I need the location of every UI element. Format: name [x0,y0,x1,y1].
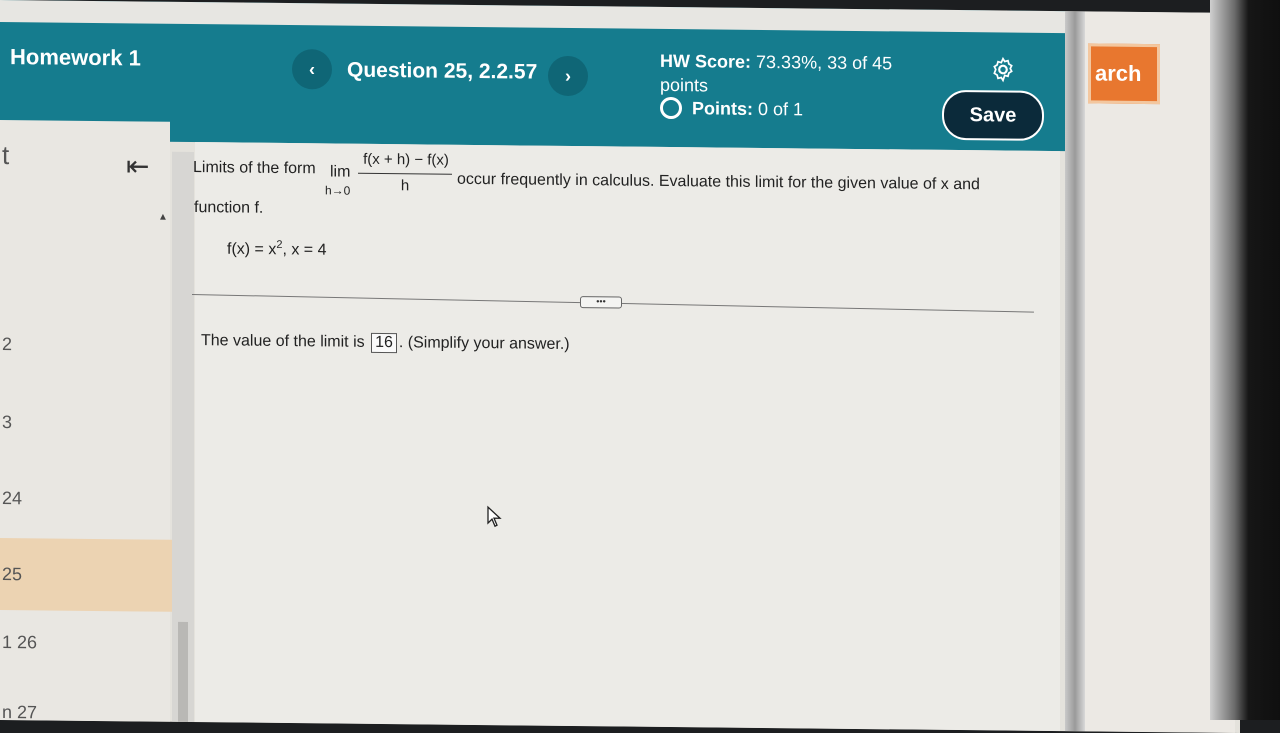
score-suffix: points [660,74,709,96]
scrollbar-thumb[interactable] [178,621,188,722]
answer-line: The value of the limit is 16. (Simplify … [201,331,570,355]
sidebar-item-label: 25 [2,563,23,584]
points-circle-icon [660,96,682,120]
function-body: f(x) = x [227,240,277,259]
save-button[interactable]: Save [942,89,1044,141]
points-value: 0 of 1 [758,98,804,119]
sidebar-item-prefix: 1 [2,632,13,653]
hw-score: HW Score: 73.33%, 33 of 45 points [660,49,920,100]
previous-question-button[interactable]: ‹ [292,49,332,90]
function-definition: f(x) = x2, x = 4 [227,238,327,259]
sidebar-scrollbar[interactable] [172,151,194,723]
homework-title: Homework 1 [10,44,141,71]
fraction-numerator: f(x + h) − f(x) [363,150,449,169]
sidebar-item-prefix: n [2,702,13,723]
answer-input[interactable]: 16 [371,332,397,354]
question-content [195,142,1060,732]
answer-prefix: The value of the limit is [201,332,365,351]
monitor-bezel [1210,0,1280,720]
search-button[interactable]: arch [1088,43,1160,105]
next-question-button[interactable]: › [548,55,588,97]
problem-rest-line2: function f. [194,199,264,217]
chevron-left-icon: ‹ [309,58,315,79]
browser-screen: Homework 1 ‹ Question 25, 2.2.57 › HW Sc… [0,0,1240,733]
more-options-button[interactable]: ••• [580,296,622,309]
given-x: , x = 4 [282,241,327,259]
chevron-right-icon: › [565,65,571,86]
mouse-cursor-icon [487,505,502,528]
points-label: Points: [692,97,753,119]
lim-operator: lim [330,163,351,181]
window-divider [1065,11,1085,732]
collapse-panel-icon[interactable]: ⇤ [126,149,149,182]
score-label: HW Score: [660,50,752,72]
question-sidebar: t 2 3 24 25 1 26 n 27 [0,120,172,725]
sidebar-item[interactable]: 3 [0,412,172,435]
fraction-denominator: h [400,177,410,195]
answer-suffix: . (Simplify your answer.) [398,334,570,353]
gear-icon[interactable] [990,56,1016,83]
sidebar-item-label: 26 [17,632,38,653]
sidebar-item[interactable]: 1 26 [0,632,172,655]
sidebar-item[interactable]: 24 [0,488,172,511]
problem-intro: Limits of the form [193,159,316,178]
scroll-up-arrow-icon[interactable]: ▲ [158,212,168,223]
sidebar-item[interactable]: n 27 [0,702,172,725]
score-value: 73.33%, 33 of 45 [756,51,893,74]
top-strip [0,0,1065,34]
sidebar-item[interactable]: 2 [0,334,172,357]
lim-subscript: h→0 [325,183,351,198]
question-label: Question 25, 2.2.57 [347,58,538,84]
sidebar-item-label: 27 [17,702,38,723]
sidebar-item-active[interactable]: 25 [0,538,172,612]
points-status: Points: 0 of 1 [660,96,804,120]
